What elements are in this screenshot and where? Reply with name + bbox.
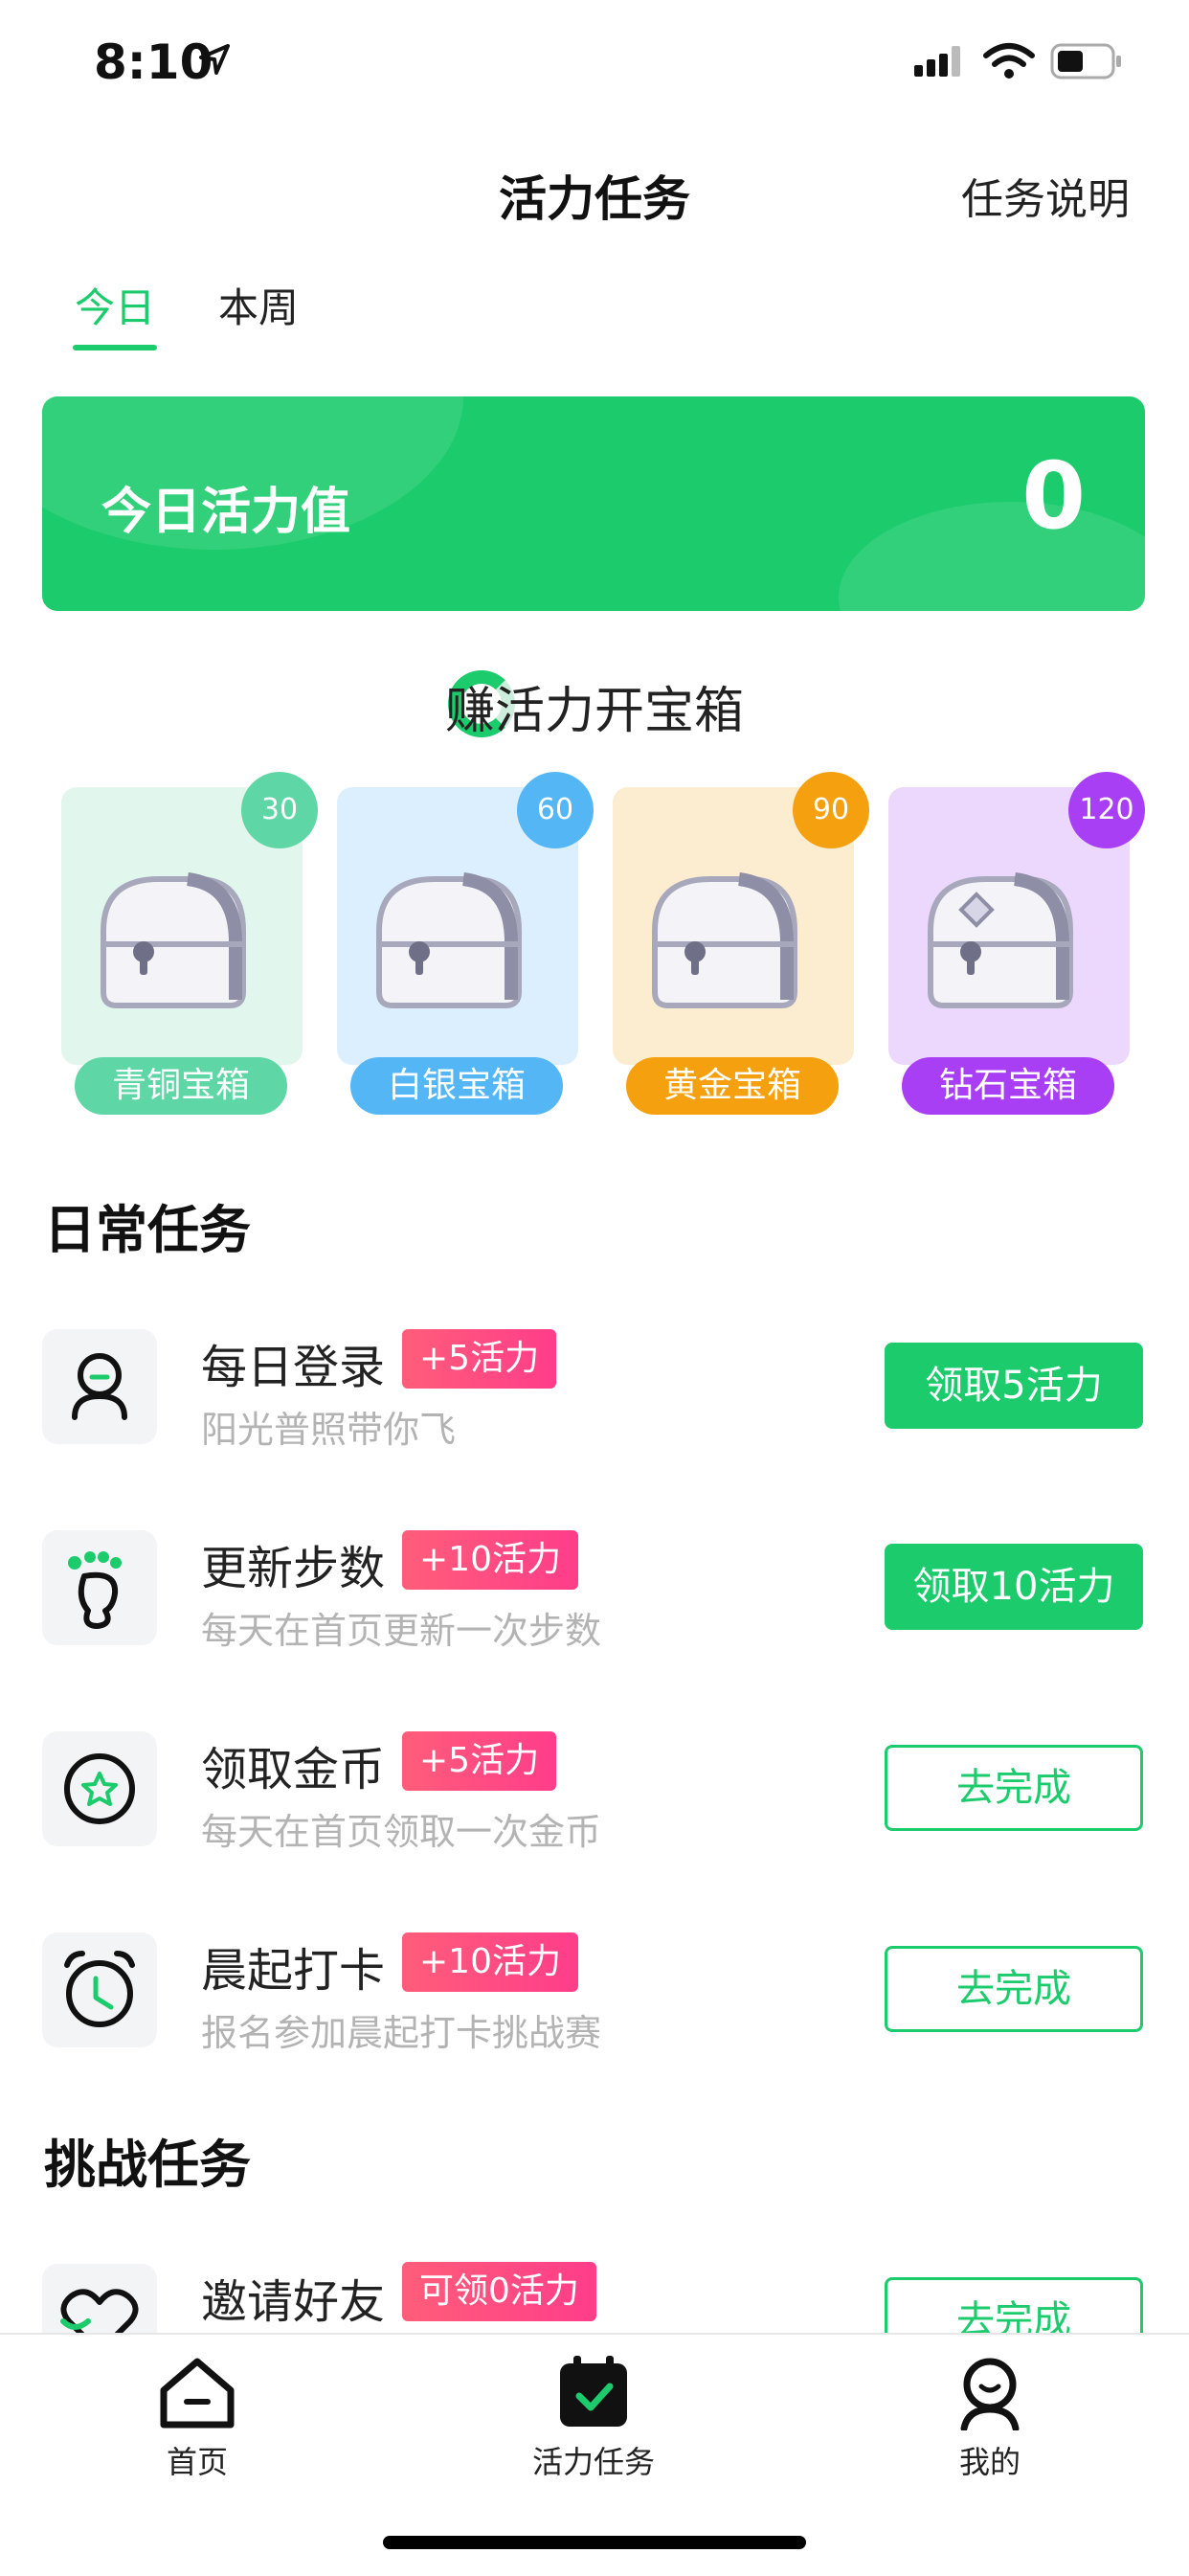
task-reward-tag: +5活力	[402, 1731, 557, 1791]
tab-week[interactable]: 本周	[218, 276, 299, 334]
tab-today[interactable]: 今日	[75, 276, 155, 334]
task-reward-tag: +10活力	[402, 1932, 578, 1992]
chest-badge-gold: 90	[793, 772, 869, 848]
task-title: 更新步数	[201, 1542, 386, 1595]
task-title: 每日登录	[201, 1341, 386, 1394]
task-icon-box	[42, 1932, 157, 2047]
task-description: 阳光普照带你飞	[201, 1409, 457, 1451]
task-rules-link[interactable]: 任务说明	[961, 165, 1130, 226]
tabbar-vitality-tasks[interactable]: 活力任务	[450, 2354, 737, 2482]
active-tab-indicator	[73, 345, 157, 350]
chest-badge-bronze: 30	[241, 772, 318, 848]
daily-tasks-title: 日常任务	[44, 1200, 251, 1260]
coin-star-icon	[64, 1753, 135, 1824]
task-description: 每天在首页领取一次金币	[201, 1811, 602, 1853]
battery-icon	[1050, 43, 1121, 79]
claim-button[interactable]: 领取5活力	[885, 1343, 1143, 1429]
task-description: 报名参加晨起打卡挑战赛	[201, 2012, 602, 2054]
treasure-chest-icon	[928, 872, 1073, 1008]
location-arrow-icon	[199, 44, 230, 75]
tabbar-mine[interactable]: 我的	[846, 2354, 1133, 2482]
vitality-label: 今日活力值	[101, 484, 351, 541]
tabbar-label: 我的	[958, 2444, 1021, 2480]
chest-label-diamond: 钻石宝箱	[902, 1057, 1114, 1115]
challenge-tasks-title: 挑战任务	[44, 2135, 251, 2195]
profile-icon	[960, 2358, 1020, 2430]
wifi-icon	[983, 43, 1035, 79]
task-reward-tag: 可领0活力	[402, 2262, 596, 2321]
treasure-chest-icon	[376, 872, 522, 1008]
chest-badge-diamond: 120	[1068, 772, 1145, 848]
calendar-check-icon	[560, 2356, 627, 2427]
task-icon-box	[42, 1731, 157, 1846]
chest-badge-silver: 60	[517, 772, 594, 848]
treasure-chest-icon	[652, 872, 797, 1008]
cellular-signal-icon	[914, 46, 960, 77]
chest-label-silver: 白银宝箱	[350, 1057, 563, 1115]
person-icon	[72, 1353, 127, 1420]
go-complete-button[interactable]: 去完成	[885, 1946, 1143, 2032]
go-complete-button[interactable]: 去完成	[885, 2277, 1143, 2333]
home-indicator	[383, 2536, 806, 2549]
task-icon-box	[42, 1530, 157, 1645]
tabbar-label: 活力任务	[531, 2444, 655, 2480]
footprint-icon	[68, 1551, 122, 1629]
task-icon-box	[42, 1329, 157, 1444]
tabbar-home[interactable]: 首页	[54, 2354, 341, 2482]
task-reward-tag: +5活力	[402, 1329, 557, 1389]
chest-label-gold: 黄金宝箱	[626, 1057, 839, 1115]
task-title: 领取金币	[201, 1743, 386, 1796]
task-description: 每天在首页更新一次步数	[201, 1610, 602, 1652]
task-title: 晨起打卡	[201, 1944, 386, 1998]
go-complete-button[interactable]: 去完成	[885, 1745, 1143, 1831]
alarm-clock-icon	[64, 1951, 135, 2027]
home-icon	[160, 2358, 235, 2429]
chest-label-bronze: 青铜宝箱	[75, 1057, 287, 1115]
chests-section-title: 赚活力开宝箱	[444, 683, 744, 740]
task-title: 邀请好友	[201, 2275, 386, 2329]
treasure-chest-icon	[101, 872, 246, 1008]
status-time: 8:10	[94, 34, 213, 90]
vitality-banner: 今日活力值 0	[42, 396, 1145, 611]
task-reward-tag: +10活力	[402, 1530, 578, 1590]
tabbar-label: 首页	[166, 2444, 228, 2480]
vitality-value: 0	[1021, 442, 1086, 550]
heart-icon	[60, 2289, 139, 2333]
claim-button[interactable]: 领取10活力	[885, 1544, 1143, 1630]
task-icon-box	[42, 2264, 157, 2333]
